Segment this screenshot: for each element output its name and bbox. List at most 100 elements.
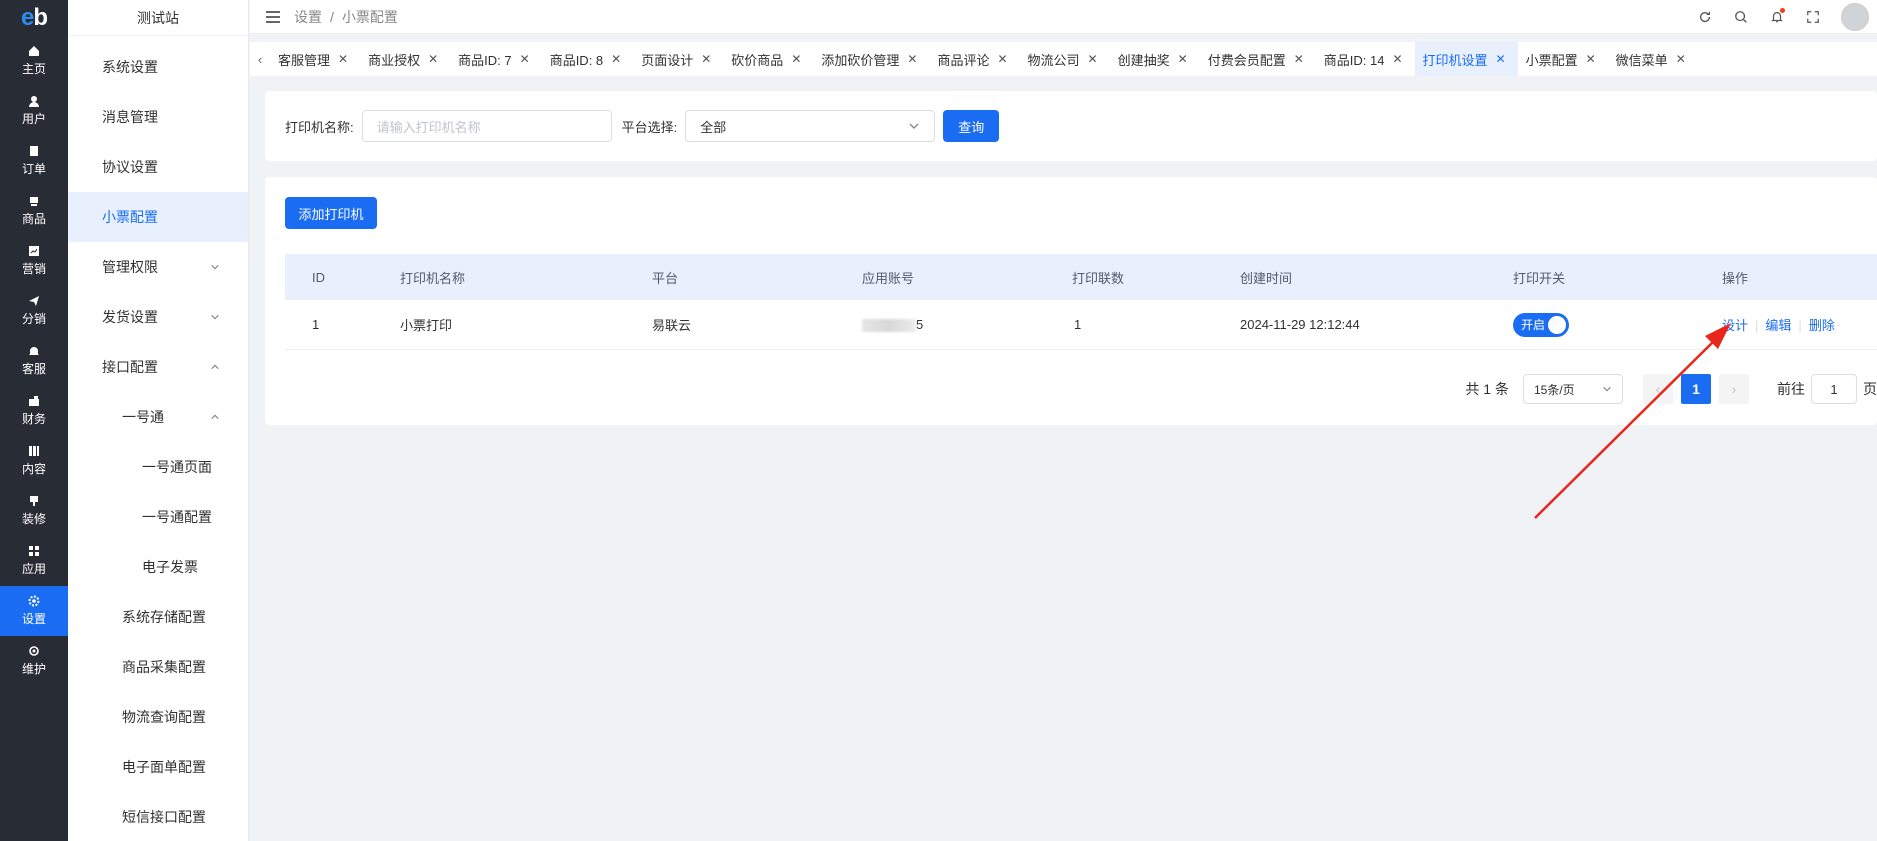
page-tab-11[interactable]: 商品ID: 14 ✕ [1316,42,1415,76]
page-size-select[interactable]: 15条/页 [1523,374,1623,404]
submenu-item-9[interactable]: 一号通配置 [68,492,248,542]
top-header: 设置 / 小票配置 [250,0,1877,34]
chevron-right-icon: › [1731,381,1737,397]
page-tabs-bar: ‹ 客服管理 ✕ 商业授权 ✕ 商品ID: 7 ✕ 商品ID: 8 ✕ 页面设计 ✕ 砍价商品 ✕ 添加… [250,42,1877,76]
refresh-icon[interactable] [1697,9,1713,25]
page-tab-2[interactable]: 商品ID: 7 ✕ [450,42,542,76]
close-icon[interactable]: ✕ [791,52,801,66]
prev-page-button[interactable]: ‹ [1643,374,1673,404]
submenu-item-8[interactable]: 一号通页面 [68,442,248,492]
rail-item-6[interactable]: 客服 [0,336,68,386]
submenu-item-15[interactable]: 短信接口配置 [68,792,248,841]
close-icon[interactable]: ✕ [701,52,711,66]
query-button[interactable]: 查询 [943,110,1000,142]
menu-toggle-icon[interactable] [266,10,280,23]
maintain-icon [28,645,40,657]
print-switch-toggle[interactable]: 开启 [1513,312,1569,337]
rail-item-8[interactable]: 内容 [0,436,68,486]
rail-item-7[interactable]: 财务 [0,386,68,436]
submenu-item-6[interactable]: 接口配置 [68,342,248,392]
close-icon[interactable]: ✕ [997,52,1007,66]
close-icon[interactable]: ✕ [1088,52,1098,66]
printer-name-input[interactable]: 请输入打印机名称 [361,110,612,142]
rail-item-4[interactable]: 营销 [0,236,68,286]
submenu-item-5[interactable]: 发货设置 [68,292,248,342]
delete-link[interactable]: 删除 [1809,318,1835,333]
page-number[interactable]: 1 [1681,374,1711,404]
cell-account: 5 [862,317,923,333]
page-tab-8[interactable]: 物流公司 ✕ [1020,42,1110,76]
switch-knob [1548,315,1566,334]
logo[interactable]: eb [0,0,68,36]
rail-item-2[interactable]: 订单 [0,136,68,186]
rail-item-11[interactable]: 设置 [0,586,68,636]
submenu-item-12[interactable]: 商品采集配置 [68,642,248,692]
page-tab-4[interactable]: 页面设计 ✕ [633,42,723,76]
submenu-item-13[interactable]: 物流查询配置 [68,692,248,742]
page-tab-13[interactable]: 小票配置 ✕ [1518,42,1608,76]
close-icon[interactable]: ✕ [1586,52,1596,66]
close-icon[interactable]: ✕ [1676,52,1686,66]
page-tab-9[interactable]: 创建抽奖 ✕ [1110,42,1200,76]
user-avatar[interactable] [1841,3,1869,31]
rail-item-5[interactable]: 分销 [0,286,68,336]
edit-link[interactable]: 编辑 [1765,318,1791,333]
apps-icon [28,545,40,557]
submenu-item-4[interactable]: 管理权限 [68,242,248,292]
next-page-button[interactable]: › [1719,374,1749,404]
table-header: ID 打印机名称 平台 应用账号 打印联数 创建时间 打印开关 操作 [285,254,1877,300]
submenu-item-7[interactable]: 一号通 [68,392,248,442]
rail-item-10[interactable]: 应用 [0,536,68,586]
col-header-account: 应用账号 [862,270,915,286]
settings-submenu: 测试站 系统设置 消息管理 协议设置 小票配置 管理权限 发货设置 接口配置 一号通 一号通页面… [68,0,249,841]
close-icon[interactable]: ✕ [611,52,621,66]
platform-label: 平台选择: [621,119,678,135]
chevron-down-icon [909,123,919,129]
submenu-item-14[interactable]: 电子面单配置 [68,742,248,792]
goto-page-input[interactable]: 1 [1811,374,1857,404]
close-icon[interactable]: ✕ [1294,52,1304,66]
pagination: 共 1 条 15条/页 ‹ 1 › 前往 1 页 [1465,374,1877,404]
page-tab-6[interactable]: 添加砍价管理 ✕ [813,42,929,76]
add-printer-button[interactable]: 添加打印机 [285,197,377,229]
rail-item-0[interactable]: 主页 [0,36,68,86]
page-tab-3[interactable]: 商品ID: 8 ✕ [542,42,634,76]
search-icon[interactable] [1733,9,1749,25]
finance-icon [28,395,40,407]
breadcrumb-root[interactable]: 设置 [294,9,322,25]
gear-icon [28,595,40,607]
submenu-item-0[interactable]: 系统设置 [68,42,248,92]
fullscreen-icon[interactable] [1805,9,1821,25]
page-tab-14[interactable]: 微信菜单 ✕ [1608,42,1698,76]
col-header-name: 打印机名称 [400,270,466,286]
page-tab-1[interactable]: 商业授权 ✕ [360,42,450,76]
submenu-item-1[interactable]: 消息管理 [68,92,248,142]
close-icon[interactable]: ✕ [1178,52,1188,66]
page-tab-10[interactable]: 付费会员配置 ✕ [1200,42,1316,76]
submenu-item-2[interactable]: 协议设置 [68,142,248,192]
notification-bell-icon[interactable] [1769,8,1785,25]
site-name: 测试站 [68,0,248,36]
submenu-item-3[interactable]: 小票配置 [68,192,248,242]
design-link[interactable]: 设计 [1722,318,1748,333]
close-icon[interactable]: ✕ [907,52,917,66]
page-tab-5[interactable]: 砍价商品 ✕ [723,42,813,76]
page-tab-0[interactable]: 客服管理 ✕ [270,42,360,76]
tabs-scroll-left-icon[interactable]: ‹ [250,52,270,67]
submenu-item-10[interactable]: 电子发票 [68,542,248,592]
submenu-item-11[interactable]: 系统存储配置 [68,592,248,642]
close-icon[interactable]: ✕ [338,52,348,66]
page-tab-12[interactable]: 打印机设置 ✕ [1414,42,1518,76]
rail-item-9[interactable]: 装修 [0,486,68,536]
close-icon[interactable]: ✕ [428,52,438,66]
close-icon[interactable]: ✕ [1496,52,1506,66]
notification-dot [1780,8,1785,13]
rail-item-12[interactable]: 维护 [0,636,68,686]
chevron-down-icon [211,314,219,320]
close-icon[interactable]: ✕ [520,52,530,66]
close-icon[interactable]: ✕ [1392,52,1402,66]
page-tab-7[interactable]: 商品评论 ✕ [929,42,1019,76]
rail-item-3[interactable]: 商品 [0,186,68,236]
rail-item-1[interactable]: 用户 [0,86,68,136]
platform-select[interactable]: 全部 [685,110,936,142]
